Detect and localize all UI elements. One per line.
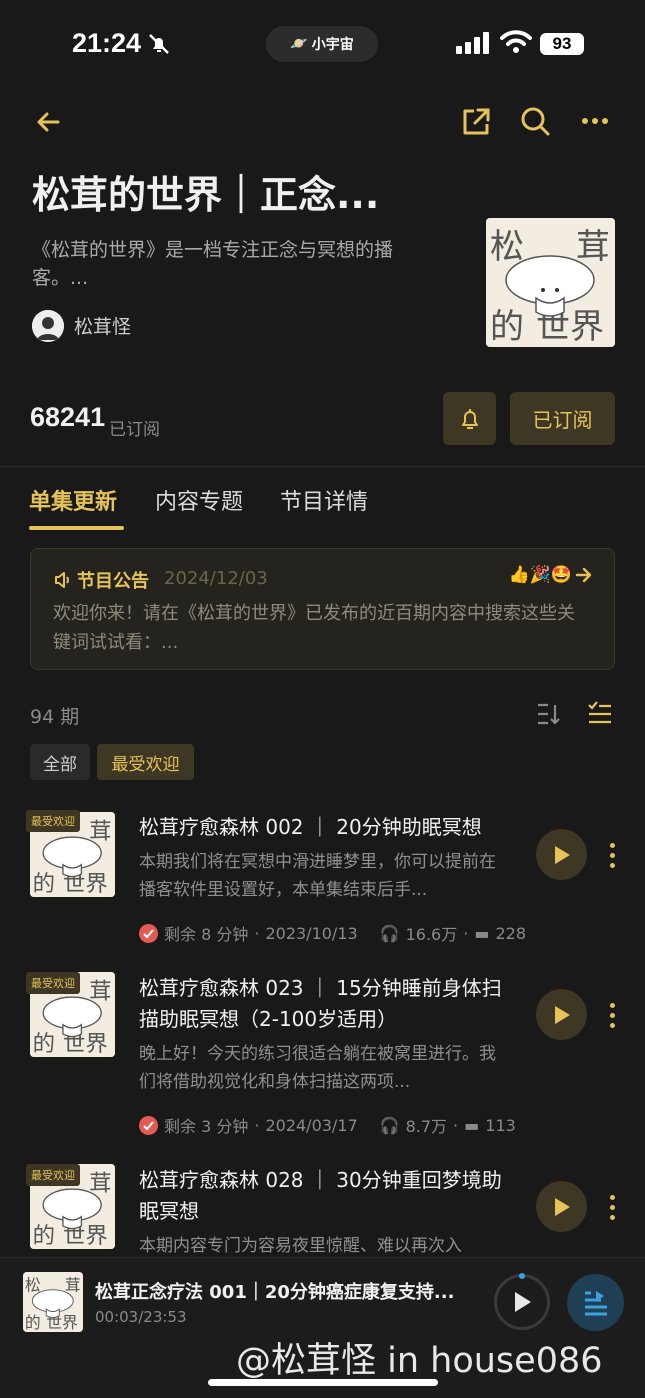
island-label: 小宇宙 bbox=[311, 37, 354, 53]
section-divider bbox=[0, 466, 645, 467]
progress-dot bbox=[519, 1273, 525, 1279]
signal-icon bbox=[456, 32, 489, 54]
planet-icon: 🪐 bbox=[290, 36, 308, 52]
more-icon[interactable] bbox=[582, 117, 608, 125]
player-title[interactable]: 松茸正念疗法 001｜20分钟癌症康复支持... bbox=[95, 1278, 454, 1304]
episode-description[interactable]: 本期我们将在冥想中滑进睡梦里，你可以提前在播客软件里设置好，本单集结束后手... bbox=[139, 848, 511, 904]
arrow-right-icon bbox=[575, 567, 592, 583]
announcement-header: 节目公告 bbox=[53, 567, 149, 593]
announcement-emojis: 👍🎉🤩 bbox=[508, 565, 594, 585]
svg-text:松: 松 bbox=[25, 1276, 41, 1295]
podcast-cover: 松 茸 的 世界 bbox=[486, 218, 615, 347]
played-check-icon bbox=[139, 1115, 158, 1135]
podcast-description[interactable]: 《松茸的世界》是一档专注正念与冥想的播客。... bbox=[32, 236, 432, 292]
player-time: 00:03/23:53 bbox=[95, 1308, 187, 1326]
cover-char-1: 松 bbox=[490, 227, 524, 267]
headphones-icon: 🎧 bbox=[379, 923, 400, 943]
episode-description[interactable]: 本期内容专门为容易夜里惊醒、难以再次入 bbox=[139, 1232, 511, 1258]
play-count: 16.6万 bbox=[405, 925, 458, 944]
popular-badge: 最受欢迎 bbox=[26, 972, 80, 994]
episode-meta: 剩余 3 分钟 · 2024/03/17 🎧 8.7万 · ▬ 113 bbox=[139, 1113, 516, 1137]
subscriber-count: 68241 bbox=[30, 402, 106, 432]
subscribed-button[interactable]: 已订阅 bbox=[510, 392, 615, 445]
svg-text:茸: 茸 bbox=[89, 1170, 111, 1196]
tab-details[interactable]: 节目详情 bbox=[280, 484, 368, 516]
back-arrow-icon[interactable] bbox=[34, 108, 62, 136]
wifi-icon bbox=[500, 30, 532, 53]
share-icon[interactable] bbox=[460, 106, 492, 138]
episode-title[interactable]: 松茸疗愈森林 023 ｜ 15分钟睡前身体扫描助眠冥想（2-100岁适用） bbox=[139, 973, 519, 1035]
play-icon bbox=[554, 845, 570, 864]
svg-text:的: 的 bbox=[33, 1031, 55, 1057]
tab-topics[interactable]: 内容专题 bbox=[155, 484, 243, 516]
announcement-title: 节目公告 bbox=[77, 571, 149, 592]
announcement-body: 欢迎你来！请在《松茸的世界》已发布的近百期内容中搜索这些关键词试试看：... bbox=[53, 603, 575, 653]
search-icon[interactable] bbox=[519, 105, 551, 137]
notification-button[interactable] bbox=[443, 392, 496, 445]
episode-meta: 剩余 8 分钟 · 2023/10/13 🎧 16.6万 · ▬ 228 bbox=[139, 921, 526, 945]
episode-title[interactable]: 松茸疗愈森林 028 ｜ 30分钟重回梦境助眠冥想 bbox=[139, 1165, 519, 1227]
active-tab-indicator bbox=[29, 526, 124, 530]
remaining-time: 剩余 8 分钟 bbox=[164, 925, 249, 944]
battery-indicator: 93 bbox=[540, 33, 584, 55]
episode-more-icon[interactable] bbox=[610, 1195, 616, 1225]
watermark: @松茸怪 in house086 bbox=[236, 1341, 603, 1381]
author-avatar[interactable] bbox=[32, 310, 64, 342]
popular-badge: 最受欢迎 bbox=[26, 810, 80, 832]
comment-count: 228 bbox=[495, 923, 526, 943]
svg-text:茸: 茸 bbox=[65, 1276, 81, 1295]
bell-icon bbox=[461, 408, 478, 429]
play-icon bbox=[554, 1005, 570, 1024]
episode-play-button[interactable] bbox=[536, 989, 587, 1040]
svg-text:的: 的 bbox=[33, 871, 55, 897]
play-icon bbox=[554, 1197, 570, 1216]
remaining-time: 剩余 3 分钟 bbox=[164, 1117, 249, 1136]
multi-select-icon[interactable] bbox=[587, 700, 613, 726]
svg-text:的: 的 bbox=[25, 1313, 41, 1332]
podcast-title: 松茸的世界｜正念... bbox=[32, 173, 380, 217]
tab-episodes[interactable]: 单集更新 bbox=[29, 484, 117, 516]
svg-text:茸: 茸 bbox=[89, 978, 111, 1004]
comment-icon: ▬ bbox=[464, 1115, 480, 1135]
player-play-button[interactable] bbox=[494, 1274, 550, 1330]
cover-char-3: 的 bbox=[490, 307, 524, 347]
cover-char-2: 茸 bbox=[576, 227, 610, 267]
playlist-button[interactable] bbox=[567, 1274, 624, 1331]
subscriber-label: 已订阅 bbox=[109, 420, 160, 440]
headphones-icon: 🎧 bbox=[379, 1115, 400, 1135]
episode-count: 94 期 bbox=[30, 706, 80, 728]
episode-description[interactable]: 晚上好！今天的练习很适合躺在被窝里进行。我们将借助视觉化和身体扫描这两项... bbox=[139, 1040, 511, 1096]
status-time: 21:24 bbox=[72, 28, 142, 58]
author-name[interactable]: 松茸怪 bbox=[74, 312, 131, 339]
comment-icon: ▬ bbox=[474, 923, 490, 943]
dynamic-island: 🪐 小宇宙 bbox=[266, 26, 378, 62]
episode-more-icon[interactable] bbox=[610, 1003, 616, 1033]
filter-popular[interactable]: 最受欢迎 bbox=[97, 744, 194, 780]
sort-icon[interactable] bbox=[536, 702, 562, 726]
announcement-date: 2024/12/03 bbox=[164, 568, 268, 589]
play-icon bbox=[515, 1292, 531, 1312]
played-check-icon bbox=[139, 923, 158, 943]
speaker-icon bbox=[55, 572, 69, 588]
episode-play-button[interactable] bbox=[536, 1181, 587, 1232]
episode-date: 2023/10/13 bbox=[265, 923, 358, 943]
filter-all[interactable]: 全部 bbox=[30, 744, 90, 780]
player-cover[interactable]: 松 茸 的 世界 bbox=[23, 1272, 83, 1332]
mute-bell-icon bbox=[149, 34, 169, 54]
svg-text:的: 的 bbox=[33, 1223, 55, 1249]
episode-play-button[interactable] bbox=[536, 829, 587, 880]
episode-title[interactable]: 松茸疗愈森林 002 ｜ 20分钟助眠冥想 bbox=[139, 812, 519, 843]
episode-more-icon[interactable] bbox=[610, 843, 616, 873]
popular-badge: 最受欢迎 bbox=[26, 1164, 80, 1186]
comment-count: 113 bbox=[485, 1115, 516, 1135]
episode-date: 2024/03/17 bbox=[265, 1115, 358, 1135]
play-count: 8.7万 bbox=[405, 1117, 448, 1136]
playlist-icon bbox=[584, 1290, 607, 1315]
home-indicator[interactable] bbox=[208, 1379, 438, 1386]
emoji-text: 👍🎉🤩 bbox=[508, 565, 572, 585]
svg-text:茸: 茸 bbox=[89, 818, 111, 844]
announcement-card[interactable]: 节目公告 2024/12/03 👍🎉🤩 欢迎你来！请在《松茸的世界》已发布的近百… bbox=[30, 548, 615, 670]
